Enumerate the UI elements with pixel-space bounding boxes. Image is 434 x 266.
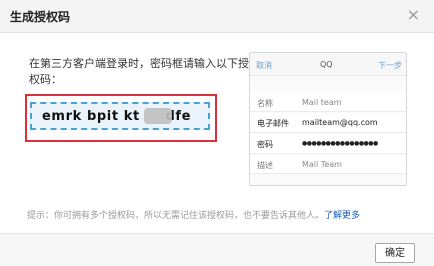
auth-code-highlight: emrk bpit kt dfe: [25, 94, 217, 142]
ok-button[interactable]: 确定: [375, 243, 415, 263]
preview-row-description: 描述 Mail Team: [250, 155, 406, 174]
client-preview: 取消 QQ 下一步 名称 Mail team 电子邮件 mailteam@qq.…: [249, 52, 407, 186]
preview-label: 描述: [257, 161, 273, 170]
preview-row-password: 密码 ●●●●●●●●●●●●●●●●: [250, 134, 406, 154]
dialog-title: 生成授权码: [10, 10, 71, 24]
tip-message: 提示：你可拥有多个授权码，所以无需记住该授权码，也不要告诉其他人。: [27, 211, 325, 221]
preview-label: 名称: [257, 99, 273, 108]
preview-row-email: 电子邮件 mailteam@qq.com: [250, 113, 406, 133]
preview-label: 密码: [257, 140, 273, 149]
auth-code-box: emrk bpit kt dfe: [30, 102, 210, 130]
close-icon[interactable]: ×: [407, 6, 420, 24]
preview-next: 下一步: [378, 61, 402, 70]
dialog-titlebar: 生成授权码 ×: [0, 0, 434, 33]
preview-value: mailteam@qq.com: [302, 118, 378, 127]
preview-value: ●●●●●●●●●●●●●●●●: [302, 140, 378, 147]
preview-navbar: 取消 QQ 下一步: [250, 53, 406, 76]
auth-code-dialog: 生成授权码 × 在第三方客户端登录时，密码框请输入以下授权码： emrk bpi…: [0, 0, 434, 266]
preview-title: QQ: [320, 60, 333, 69]
preview-cancel: 取消: [256, 61, 272, 70]
learn-more-link[interactable]: 了解更多: [324, 211, 360, 221]
preview-row-name: 名称 Mail team: [250, 93, 406, 112]
tip-text: 提示：你可拥有多个授权码，所以无需记住该授权码，也不要告诉其他人。了解更多: [27, 208, 360, 221]
dialog-footer: 确定: [0, 233, 434, 266]
preview-label: 电子邮件: [257, 119, 289, 128]
instruction-text: 在第三方客户端登录时，密码框请输入以下授权码：: [29, 57, 249, 86]
preview-value: Mail Team: [302, 160, 342, 169]
preview-value: Mail team: [302, 98, 342, 107]
auth-code-redaction: [144, 108, 172, 124]
